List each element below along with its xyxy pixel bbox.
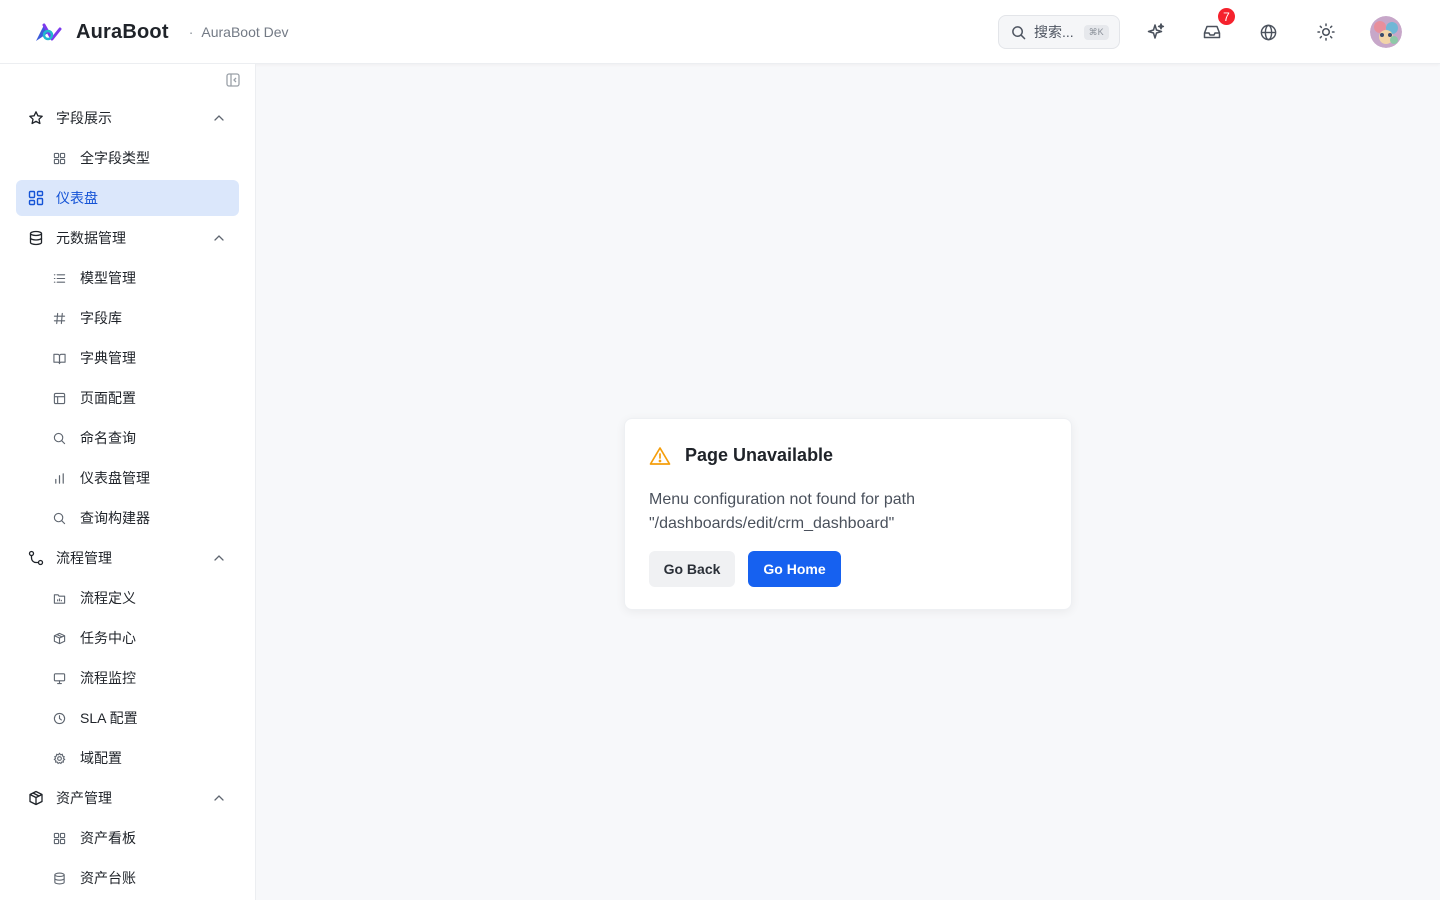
collapse-sidebar-icon[interactable] — [225, 72, 241, 88]
sidebar-item-field-library[interactable]: 字段库 — [16, 300, 239, 336]
gear-icon — [53, 752, 66, 765]
card-title: Page Unavailable — [685, 445, 834, 465]
sidebar-item-label: 资产台账 — [80, 870, 136, 886]
chevron-up-icon — [214, 555, 224, 561]
sidebar-item-process-definition[interactable]: 流程定义 — [16, 580, 239, 616]
sidebar-item-all-field-types[interactable]: 全字段类型 — [16, 140, 239, 176]
inbox-icon — [1203, 25, 1221, 39]
search-shortcut: ⌘K — [1083, 24, 1109, 40]
sidebar-item-label: 任务中心 — [80, 630, 136, 646]
sparkle-icon — [1147, 23, 1165, 39]
sidebar-item-page-config[interactable]: 页面配置 — [16, 380, 239, 416]
box-icon — [28, 790, 44, 806]
sidebar-group-workflow[interactable]: 流程管理 — [16, 540, 239, 576]
grid-icon — [53, 152, 66, 165]
sidebar-group-label: 资产管理 — [56, 790, 112, 806]
sidebar-group-label: 流程管理 — [56, 550, 112, 566]
sidebar-item-label: 模型管理 — [80, 270, 136, 286]
database-icon — [28, 230, 44, 246]
notification-badge: 7 — [1217, 7, 1236, 26]
sidebar-item-label: 资产看板 — [80, 830, 136, 846]
sidebar-item-label: 全字段类型 — [80, 150, 150, 166]
chevron-up-icon — [214, 795, 224, 801]
sidebar-item-label: 命名查询 — [80, 430, 136, 446]
sidebar-item-asset-board[interactable]: 资产看板 — [16, 820, 239, 856]
chevron-up-icon — [214, 235, 224, 241]
search-icon — [53, 512, 66, 525]
sidebar-item-label: 字典管理 — [80, 350, 136, 366]
sidebar-item-model-management[interactable]: 模型管理 — [16, 260, 239, 296]
clock-icon — [53, 712, 66, 725]
folder-chart-icon — [53, 592, 66, 605]
database-icon — [53, 872, 66, 885]
list-icon — [53, 272, 66, 285]
bar-chart-icon — [53, 472, 66, 485]
sidebar-item-query-builder[interactable]: 查询构建器 — [16, 500, 239, 536]
search-icon — [53, 432, 66, 445]
logo-icon — [36, 23, 62, 41]
sidebar-group-label: 字段展示 — [56, 110, 112, 126]
sidebar-item-label: 流程定义 — [80, 590, 136, 606]
sidebar-item-label: 查询构建器 — [80, 510, 150, 526]
card-header: Page Unavailable — [649, 445, 833, 466]
sidebar-item-label: 仪表盘 — [56, 190, 98, 206]
chevron-up-icon — [214, 115, 224, 121]
dashboard-icon — [28, 190, 44, 206]
sidebar-item-task-center[interactable]: 任务中心 — [16, 620, 239, 656]
layout-icon — [53, 392, 66, 405]
language-button[interactable] — [1255, 19, 1281, 45]
ai-sparkle-button[interactable] — [1143, 19, 1169, 45]
sidebar-group-metadata[interactable]: 元数据管理 — [16, 220, 239, 256]
page-unavailable-card: Page Unavailable Menu configuration not … — [624, 418, 1072, 610]
go-back-button[interactable]: Go Back — [649, 551, 735, 587]
search-icon — [1012, 25, 1026, 39]
sidebar: 字段展示 全字段类型 仪表盘 元数据管理 模型管理 字段库 字典管理 页面配置 … — [0, 64, 256, 900]
environment-name: AuraBoot Dev — [201, 24, 289, 40]
sidebar-item-label: 仪表盘管理 — [80, 470, 150, 486]
sidebar-group-assets[interactable]: 资产管理 — [16, 780, 239, 816]
user-avatar[interactable] — [1370, 16, 1402, 48]
theme-toggle-button[interactable] — [1313, 19, 1339, 45]
sidebar-item-named-query[interactable]: 命名查询 — [16, 420, 239, 456]
search-placeholder: 搜索... — [1034, 24, 1074, 40]
star-icon — [28, 110, 44, 126]
package-icon — [53, 632, 66, 645]
sidebar-item-asset-ledger[interactable]: 资产台账 — [16, 860, 239, 896]
warning-icon — [649, 446, 671, 465]
sun-icon — [1317, 23, 1335, 41]
brand-separator: · — [188, 24, 194, 40]
book-icon — [53, 352, 66, 365]
monitor-icon — [53, 672, 66, 685]
sidebar-item-dashboard-management[interactable]: 仪表盘管理 — [16, 460, 239, 496]
workflow-icon — [28, 550, 44, 566]
brand-name: AuraBoot — [76, 20, 169, 43]
sidebar-item-label: 流程监控 — [80, 670, 136, 686]
avatar-image — [1370, 16, 1402, 48]
top-header: AuraBoot · AuraBoot Dev 搜索... ⌘K 7 — [0, 0, 1440, 64]
sidebar-item-label: 页面配置 — [80, 390, 136, 406]
sidebar-item-sla-config[interactable]: SLA 配置 — [16, 700, 239, 736]
sidebar-item-label: SLA 配置 — [80, 710, 138, 726]
sidebar-item-domain-config[interactable]: 域配置 — [16, 740, 239, 776]
sidebar-item-label: 字段库 — [80, 310, 122, 326]
globe-icon — [1260, 24, 1276, 40]
sidebar-group-label: 元数据管理 — [56, 230, 126, 246]
go-home-button[interactable]: Go Home — [748, 551, 841, 587]
sidebar-item-dictionary[interactable]: 字典管理 — [16, 340, 239, 376]
sidebar-group-field-display[interactable]: 字段展示 — [16, 100, 239, 136]
grid-icon — [53, 832, 66, 845]
brand[interactable]: AuraBoot · AuraBoot Dev — [34, 0, 289, 64]
sidebar-item-label: 域配置 — [80, 750, 122, 766]
search-input[interactable]: 搜索... ⌘K — [998, 15, 1120, 49]
sidebar-item-process-monitor[interactable]: 流程监控 — [16, 660, 239, 696]
sidebar-item-dashboard[interactable]: 仪表盘 — [16, 180, 239, 216]
error-message: Menu configuration not found for path "/… — [649, 491, 915, 532]
hash-icon — [53, 312, 66, 325]
